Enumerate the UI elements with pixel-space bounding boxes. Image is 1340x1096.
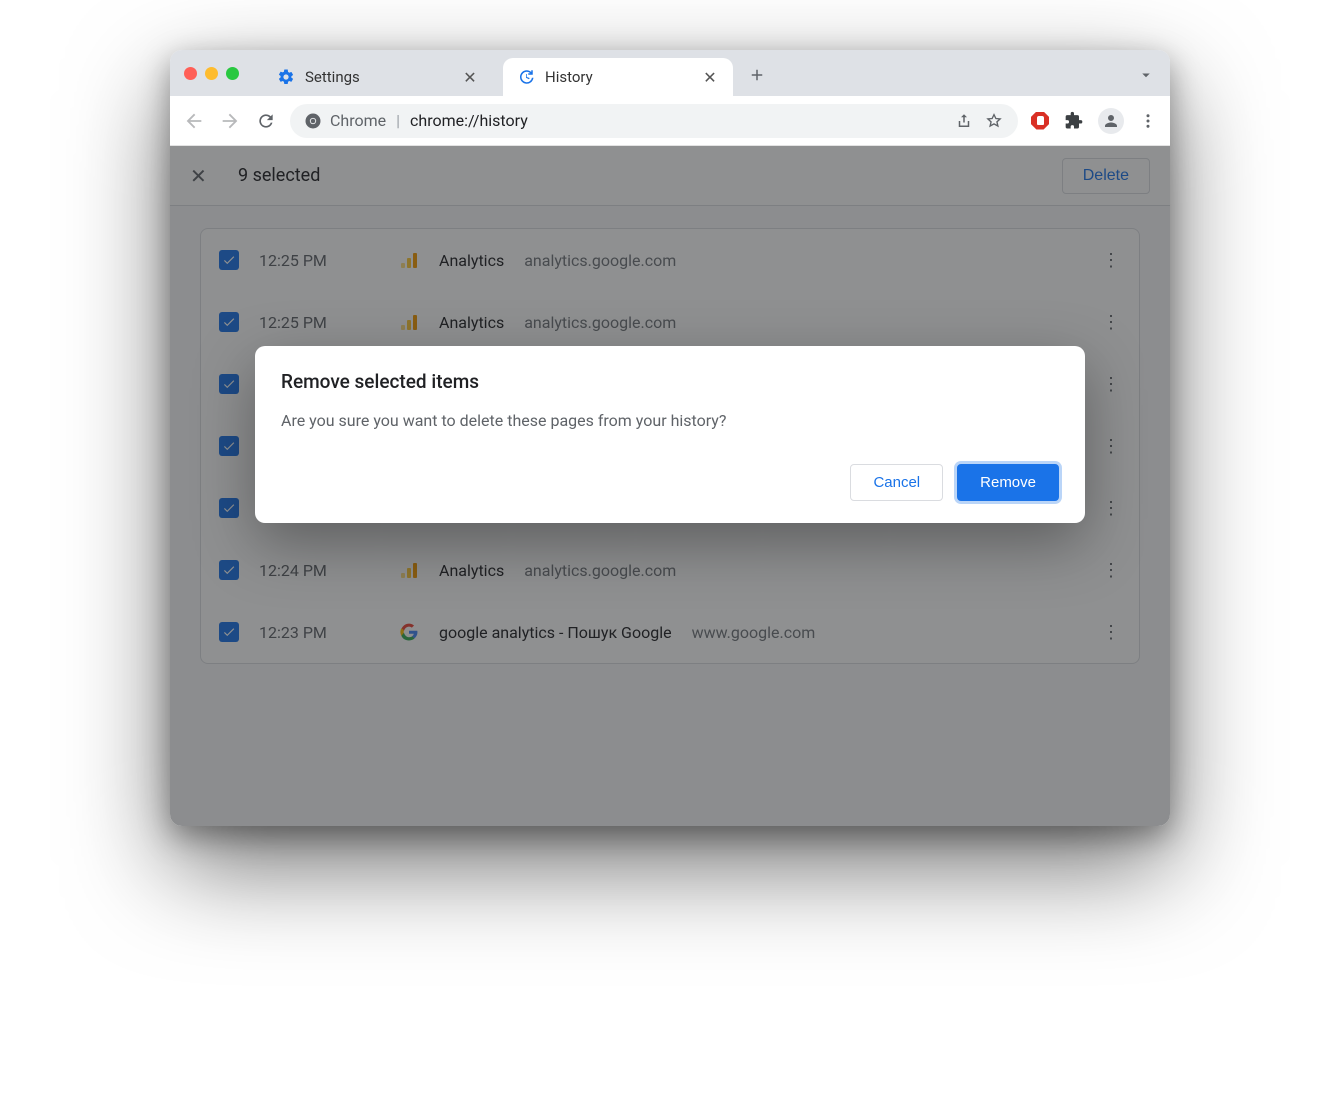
omnibox-divider: | xyxy=(396,111,400,130)
cancel-button[interactable]: Cancel xyxy=(850,464,943,501)
dialog-message: Are you sure you want to delete these pa… xyxy=(281,411,1059,430)
star-icon[interactable] xyxy=(984,111,1004,131)
window-zoom-button[interactable] xyxy=(226,67,239,80)
tab-history[interactable]: History ✕ xyxy=(503,58,733,96)
window-close-button[interactable] xyxy=(184,67,197,80)
tab-overflow-button[interactable] xyxy=(1132,61,1160,89)
remove-button[interactable]: Remove xyxy=(957,464,1059,501)
close-icon[interactable]: ✕ xyxy=(701,68,719,87)
url-path: chrome://history xyxy=(410,111,528,130)
adblock-icon[interactable] xyxy=(1030,111,1050,131)
window-minimize-button[interactable] xyxy=(205,67,218,80)
chrome-chip: Chrome xyxy=(304,111,386,130)
page-content: ✕ 9 selected Delete 12:25 PMAnalyticsana… xyxy=(170,146,1170,826)
address-bar[interactable]: Chrome | chrome://history xyxy=(290,104,1018,138)
gear-icon xyxy=(277,68,295,86)
titlebar: Settings ✕ History ✕ xyxy=(170,50,1170,96)
tab-settings[interactable]: Settings ✕ xyxy=(263,58,493,96)
menu-icon[interactable] xyxy=(1138,111,1158,131)
back-button[interactable] xyxy=(182,109,206,133)
chrome-chip-label: Chrome xyxy=(330,111,386,130)
tab-title: History xyxy=(545,68,691,86)
extensions-icon[interactable] xyxy=(1064,111,1084,131)
browser-window: Settings ✕ History ✕ xyxy=(170,50,1170,826)
share-icon[interactable] xyxy=(954,111,974,131)
reload-button[interactable] xyxy=(254,109,278,133)
forward-button[interactable] xyxy=(218,109,242,133)
profile-icon[interactable] xyxy=(1098,108,1124,134)
dialog-title: Remove selected items xyxy=(281,370,1059,393)
toolbar: Chrome | chrome://history xyxy=(170,96,1170,146)
tab-title: Settings xyxy=(305,68,451,86)
history-icon xyxy=(517,68,535,86)
chrome-icon xyxy=(304,112,322,130)
close-icon[interactable]: ✕ xyxy=(461,68,479,87)
new-tab-button[interactable] xyxy=(743,61,771,89)
window-controls xyxy=(184,67,239,80)
confirm-dialog: Remove selected items Are you sure you w… xyxy=(255,346,1085,523)
